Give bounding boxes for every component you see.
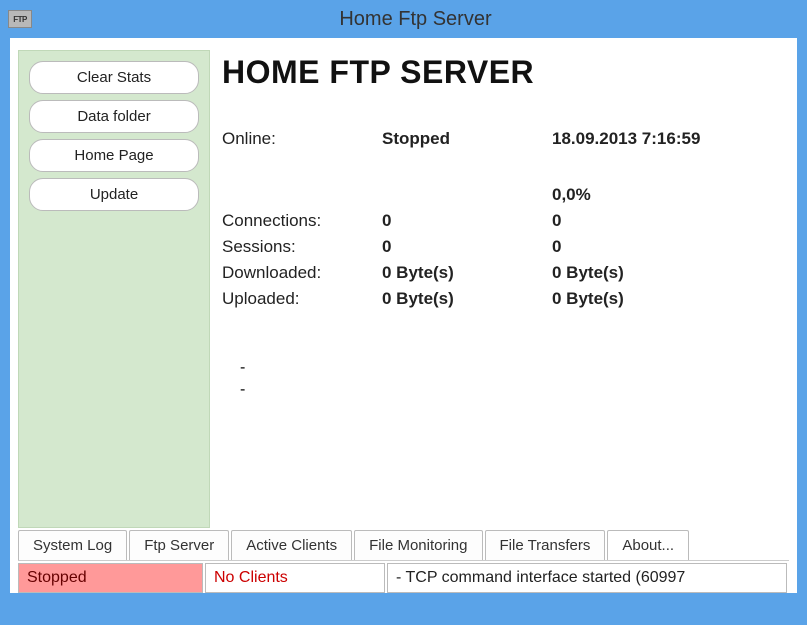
value-downloaded-total: 0 Byte(s) xyxy=(552,263,785,283)
dash-2: - xyxy=(240,379,785,401)
dash-lines: - - xyxy=(240,357,785,401)
sidebar: Clear Stats Data folder Home Page Update xyxy=(18,50,210,528)
value-online-status: Stopped xyxy=(382,129,552,149)
value-connections-current: 0 xyxy=(382,211,552,231)
clear-stats-button[interactable]: Clear Stats xyxy=(29,61,199,94)
label-sessions: Sessions: xyxy=(222,237,382,257)
titlebar: FTP Home Ftp Server xyxy=(0,0,807,38)
value-downloaded-current: 0 Byte(s) xyxy=(382,263,552,283)
stats-grid: Online: Stopped 18.09.2013 7:16:59 0,0% … xyxy=(222,129,785,309)
ftp-app-icon: FTP xyxy=(8,10,32,28)
main-frame: Clear Stats Data folder Home Page Update… xyxy=(10,38,797,593)
value-percent: 0,0% xyxy=(552,185,785,205)
tabs-row: System Log Ftp Server Active Clients Fil… xyxy=(18,530,789,561)
tab-ftp-server[interactable]: Ftp Server xyxy=(129,530,229,560)
dash-1: - xyxy=(240,357,785,379)
value-uploaded-current: 0 Byte(s) xyxy=(382,289,552,309)
tab-file-transfers[interactable]: File Transfers xyxy=(485,530,606,560)
status-clients: No Clients xyxy=(205,563,385,593)
app-heading: HOME FTP SERVER xyxy=(222,54,785,91)
main-panel: HOME FTP SERVER Online: Stopped 18.09.20… xyxy=(220,50,789,528)
value-sessions-total: 0 xyxy=(552,237,785,257)
data-folder-button[interactable]: Data folder xyxy=(29,100,199,133)
value-connections-total: 0 xyxy=(552,211,785,231)
tab-active-clients[interactable]: Active Clients xyxy=(231,530,352,560)
update-button[interactable]: Update xyxy=(29,178,199,211)
label-connections: Connections: xyxy=(222,211,382,231)
tab-about[interactable]: About... xyxy=(607,530,689,560)
status-bar: Stopped No Clients - TCP command interfa… xyxy=(18,563,789,593)
value-timestamp: 18.09.2013 7:16:59 xyxy=(552,129,785,149)
window-title: Home Ftp Server xyxy=(32,8,799,31)
label-online: Online: xyxy=(222,129,382,149)
tab-file-monitoring[interactable]: File Monitoring xyxy=(354,530,482,560)
value-sessions-current: 0 xyxy=(382,237,552,257)
tab-system-log[interactable]: System Log xyxy=(18,530,127,560)
home-page-button[interactable]: Home Page xyxy=(29,139,199,172)
value-uploaded-total: 0 Byte(s) xyxy=(552,289,785,309)
status-message: - TCP command interface started (60997 xyxy=(387,563,787,593)
label-uploaded: Uploaded: xyxy=(222,289,382,309)
status-server-state: Stopped xyxy=(18,563,203,593)
label-downloaded: Downloaded: xyxy=(222,263,382,283)
